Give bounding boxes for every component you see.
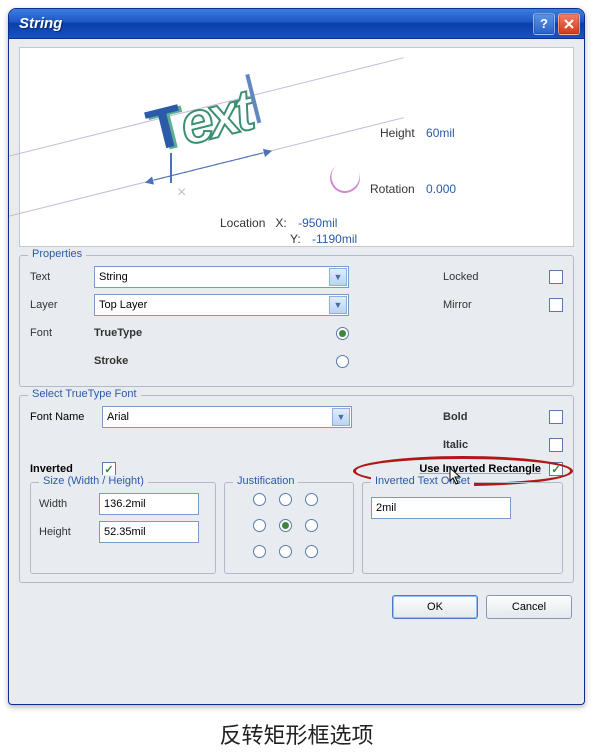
- offset-input[interactable]: [371, 497, 511, 519]
- size-width-label: Width: [39, 498, 99, 510]
- inverted-checkbox[interactable]: ✓: [102, 462, 116, 476]
- fontname-combo[interactable]: Arial ▼: [102, 406, 352, 428]
- justification-label: Justification: [233, 475, 298, 487]
- italic-label: Italic: [443, 439, 549, 451]
- rotation-arc-icon: [325, 158, 366, 199]
- offset-group: Inverted Text Offset: [362, 482, 563, 574]
- close-button[interactable]: [558, 13, 580, 35]
- cancel-button[interactable]: Cancel: [486, 595, 572, 619]
- use-inverted-rect-checkbox[interactable]: ✓: [549, 462, 563, 476]
- close-icon: [564, 19, 574, 29]
- properties-group: Properties Text String ▼ Locked Layer To…: [19, 255, 574, 387]
- titlebar[interactable]: String ?: [9, 9, 584, 39]
- text-label: Text: [30, 271, 94, 283]
- justify-tc-radio[interactable]: [279, 493, 292, 506]
- locked-checkbox[interactable]: [549, 270, 563, 284]
- stroke-label: Stroke: [94, 355, 336, 367]
- italic-checkbox[interactable]: [549, 438, 563, 452]
- properties-label: Properties: [28, 248, 86, 260]
- text-combo[interactable]: String ▼: [94, 266, 349, 288]
- justify-ml-radio[interactable]: [253, 519, 266, 532]
- mirror-checkbox[interactable]: [549, 298, 563, 312]
- window-title: String: [19, 15, 530, 32]
- ok-button[interactable]: OK: [392, 595, 478, 619]
- offset-group-label: Inverted Text Offset: [371, 475, 474, 487]
- fontname-label: Font Name: [30, 411, 102, 423]
- preview-rotation: Rotation 0.000: [370, 182, 456, 196]
- size-group-label: Size (Width / Height): [39, 475, 148, 487]
- figure-caption: 反转矩形框选项: [0, 718, 593, 750]
- justification-group: Justification: [224, 482, 354, 574]
- preview-height-value: 60mil: [426, 126, 455, 140]
- bold-label: Bold: [443, 411, 549, 423]
- size-group: Size (Width / Height) Width Height: [30, 482, 216, 574]
- justify-mc-radio[interactable]: [279, 519, 292, 532]
- button-bar: OK Cancel: [19, 591, 574, 619]
- preview-x-value: -950mil: [298, 216, 337, 230]
- preview-location-x: Location X: -950mil: [220, 216, 337, 230]
- chevron-down-icon[interactable]: ▼: [329, 296, 347, 314]
- string-dialog: String ? × ◄──────────────► Text Height …: [8, 8, 585, 705]
- preview-y-value: -1190mil: [312, 232, 357, 246]
- preview-height: Height 60mil: [380, 126, 455, 140]
- layer-combo[interactable]: Top Layer ▼: [94, 294, 349, 316]
- justify-tl-radio[interactable]: [253, 493, 266, 506]
- size-height-input[interactable]: [99, 521, 199, 543]
- truetype-group: Select TrueType Font Font Name Arial ▼ B…: [19, 395, 574, 583]
- justify-br-radio[interactable]: [305, 545, 318, 558]
- layer-value: Top Layer: [99, 299, 147, 311]
- stroke-radio[interactable]: [336, 355, 349, 368]
- origin-cross-icon: ×: [177, 184, 186, 202]
- truetype-label: TrueType: [94, 327, 336, 339]
- justify-bl-radio[interactable]: [253, 545, 266, 558]
- preview-pane: × ◄──────────────► Text Height 60mil Rot…: [19, 47, 574, 247]
- preview-rotation-value: 0.000: [426, 182, 456, 196]
- layer-label: Layer: [30, 299, 94, 311]
- truetype-group-label: Select TrueType Font: [28, 388, 141, 400]
- bold-checkbox[interactable]: [549, 410, 563, 424]
- justify-bc-radio[interactable]: [279, 545, 292, 558]
- dialog-body: × ◄──────────────► Text Height 60mil Rot…: [9, 39, 584, 629]
- use-inverted-rect-label: Use Inverted Rectangle: [419, 463, 541, 475]
- help-button[interactable]: ?: [533, 13, 555, 35]
- size-width-input[interactable]: [99, 493, 199, 515]
- inverted-label: Inverted: [30, 463, 102, 475]
- chevron-down-icon[interactable]: ▼: [332, 408, 350, 426]
- justify-tr-radio[interactable]: [305, 493, 318, 506]
- fontname-value: Arial: [107, 411, 129, 423]
- size-height-label: Height: [39, 526, 99, 538]
- mirror-label: Mirror: [443, 299, 549, 311]
- font-label: Font: [30, 327, 94, 339]
- locked-label: Locked: [443, 271, 549, 283]
- text-value: String: [99, 271, 128, 283]
- truetype-radio[interactable]: [336, 327, 349, 340]
- chevron-down-icon[interactable]: ▼: [329, 268, 347, 286]
- preview-location-y: Y: -1190mil: [290, 232, 357, 246]
- justify-mr-radio[interactable]: [305, 519, 318, 532]
